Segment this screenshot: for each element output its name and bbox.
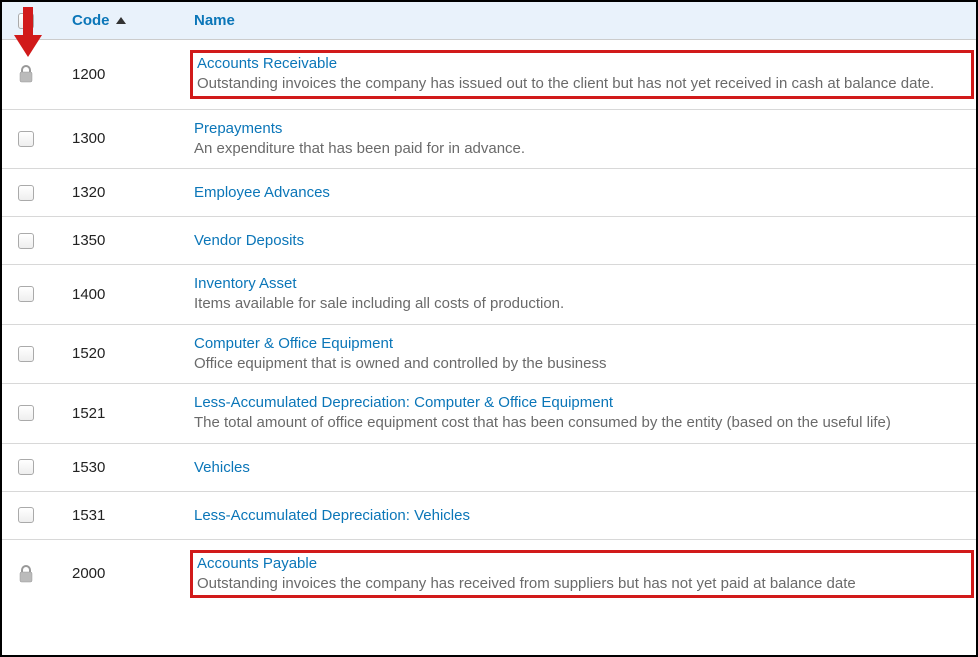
row-code-cell: 1520 <box>50 345 190 362</box>
account-name-link[interactable]: Less-Accumulated Depreciation: Vehicles <box>194 507 470 524</box>
table-row: 1320 Employee Advances <box>2 169 976 217</box>
account-code: 1521 <box>72 405 105 422</box>
row-name-cell: Accounts Receivable Outstanding invoices … <box>190 50 976 99</box>
row-name-cell: Less-Accumulated Depreciation: Vehicles <box>190 507 976 524</box>
account-code: 1530 <box>72 459 105 476</box>
row-check-cell <box>2 185 50 201</box>
table-row: 1300 Prepayments An expenditure that has b… <box>2 110 976 170</box>
account-name-link[interactable]: Less-Accumulated Depreciation: Computer … <box>194 394 613 411</box>
account-description: Outstanding invoices the company has rec… <box>197 574 965 594</box>
row-check-cell <box>2 565 50 583</box>
row-check-cell <box>2 233 50 249</box>
account-name-link[interactable]: Vendor Deposits <box>194 232 304 249</box>
row-name-cell: Employee Advances <box>190 184 976 201</box>
account-name-link[interactable]: Accounts Payable <box>197 555 317 572</box>
row-check-cell <box>2 286 50 302</box>
header-code-cell[interactable]: Code <box>50 12 190 29</box>
account-name-link[interactable]: Computer & Office Equipment <box>194 335 393 352</box>
account-name-link[interactable]: Prepayments <box>194 120 282 137</box>
lock-icon <box>18 65 34 83</box>
account-name-link[interactable]: Vehicles <box>194 459 250 476</box>
row-name-cell: Prepayments An expenditure that has been … <box>190 120 976 159</box>
table-row: 1350 Vendor Deposits <box>2 217 976 265</box>
row-check-cell <box>2 507 50 523</box>
accounts-table: Code Name 1200 Accounts Receivable Outstan… <box>2 2 976 655</box>
row-code-cell: 1320 <box>50 184 190 201</box>
sort-ascending-icon <box>116 17 126 24</box>
row-code-cell: 2000 <box>50 565 190 582</box>
row-checkbox[interactable] <box>18 507 34 523</box>
row-code-cell: 1521 <box>50 405 190 422</box>
account-description: The total amount of office equipment cos… <box>194 413 970 433</box>
header-checkbox-cell <box>2 13 50 29</box>
row-check-cell <box>2 405 50 421</box>
row-checkbox[interactable] <box>18 233 34 249</box>
row-name-cell: Vendor Deposits <box>190 232 976 249</box>
account-code: 2000 <box>72 565 105 582</box>
account-code: 1350 <box>72 232 105 249</box>
account-code: 1200 <box>72 66 105 83</box>
row-code-cell: 1400 <box>50 286 190 303</box>
table-row: 1520 Computer & Office Equipment Office eq… <box>2 325 976 385</box>
row-checkbox[interactable] <box>18 405 34 421</box>
select-all-checkbox[interactable] <box>18 13 34 29</box>
row-checkbox[interactable] <box>18 286 34 302</box>
header-code-label: Code <box>72 12 110 29</box>
row-check-cell <box>2 459 50 475</box>
row-code-cell: 1531 <box>50 507 190 524</box>
row-name-cell: Accounts Payable Outstanding invoices the… <box>190 550 976 599</box>
row-checkbox[interactable] <box>18 185 34 201</box>
row-checkbox[interactable] <box>18 459 34 475</box>
table-row: 2000 Accounts Payable Outstanding invoices… <box>2 540 976 609</box>
row-code-cell: 1200 <box>50 66 190 83</box>
row-name-cell: Computer & Office Equipment Office equipm… <box>190 335 976 374</box>
row-code-cell: 1350 <box>50 232 190 249</box>
table-row: 1530 Vehicles <box>2 444 976 492</box>
row-code-cell: 1300 <box>50 130 190 147</box>
row-checkbox[interactable] <box>18 131 34 147</box>
account-name-link[interactable]: Inventory Asset <box>194 275 297 292</box>
table-row: 1400 Inventory Asset Items available for s… <box>2 265 976 325</box>
account-name-link[interactable]: Employee Advances <box>194 184 330 201</box>
account-description: Office equipment that is owned and contr… <box>194 354 970 374</box>
account-code: 1300 <box>72 130 105 147</box>
row-checkbox[interactable] <box>18 346 34 362</box>
row-check-cell <box>2 131 50 147</box>
account-code: 1531 <box>72 507 105 524</box>
header-name-cell[interactable]: Name <box>190 12 976 29</box>
row-name-cell: Less-Accumulated Depreciation: Computer … <box>190 394 976 433</box>
highlighted-region: Accounts Receivable Outstanding invoices … <box>190 50 974 99</box>
header-name-label: Name <box>194 12 235 29</box>
lock-icon <box>18 565 34 583</box>
row-check-cell <box>2 65 50 83</box>
table-row: 1521 Less-Accumulated Depreciation: Compu… <box>2 384 976 444</box>
account-code: 1400 <box>72 286 105 303</box>
row-name-cell: Vehicles <box>190 459 976 476</box>
table-header: Code Name <box>2 2 976 40</box>
account-code: 1320 <box>72 184 105 201</box>
row-check-cell <box>2 346 50 362</box>
account-code: 1520 <box>72 345 105 362</box>
table-row: 1531 Less-Accumulated Depreciation: Vehic… <box>2 492 976 540</box>
row-code-cell: 1530 <box>50 459 190 476</box>
account-name-link[interactable]: Accounts Receivable <box>197 55 337 72</box>
row-name-cell: Inventory Asset Items available for sale … <box>190 275 976 314</box>
account-description: An expenditure that has been paid for in… <box>194 139 970 159</box>
highlighted-region: Accounts Payable Outstanding invoices the… <box>190 550 974 599</box>
account-description: Items available for sale including all c… <box>194 294 970 314</box>
table-row: 1200 Accounts Receivable Outstanding invoi… <box>2 40 976 110</box>
account-description: Outstanding invoices the company has iss… <box>197 74 965 94</box>
